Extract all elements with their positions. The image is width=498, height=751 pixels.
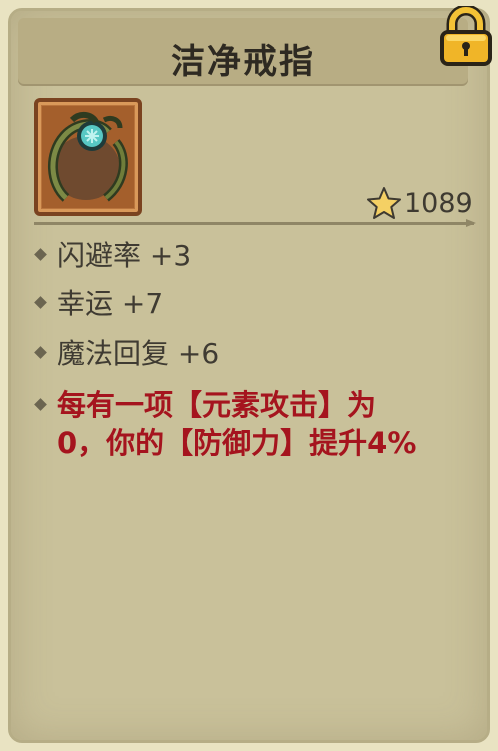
stat-label: 幸运 +7 xyxy=(57,287,164,320)
stat-row: 幸运 +7 xyxy=(34,286,163,322)
item-title: 洁净戒指 xyxy=(171,42,315,82)
divider xyxy=(34,219,476,227)
star-icon xyxy=(367,187,401,219)
stat-row: 闪避率 +3 xyxy=(34,238,191,274)
bullet-icon xyxy=(34,346,47,359)
bullet-icon xyxy=(34,248,47,261)
stat-label: 闪避率 +3 xyxy=(57,239,192,272)
bullet-icon xyxy=(34,398,47,411)
bullet-icon xyxy=(34,296,47,309)
vine-ring-icon xyxy=(42,106,134,208)
score-value: 1089 xyxy=(404,187,473,219)
stat-label: 魔法回复 +6 xyxy=(57,337,220,370)
item-score: 1089 xyxy=(366,184,473,222)
item-icon-frame[interactable] xyxy=(34,98,142,216)
stat-row: 魔法回复 +6 xyxy=(34,336,219,372)
lock-icon[interactable] xyxy=(438,4,494,68)
effect-text: 每有一项【元素攻击】为 0，你的【防御力】提升4% xyxy=(57,386,437,462)
effect-row: 每有一项【元素攻击】为 0，你的【防御力】提升4% xyxy=(34,386,437,462)
effect-line: 0，你的【防御力】提升4% xyxy=(57,426,417,460)
title-band: 洁净戒指 xyxy=(18,18,468,86)
effect-line: 每有一项【元素攻击】为 xyxy=(57,388,377,422)
